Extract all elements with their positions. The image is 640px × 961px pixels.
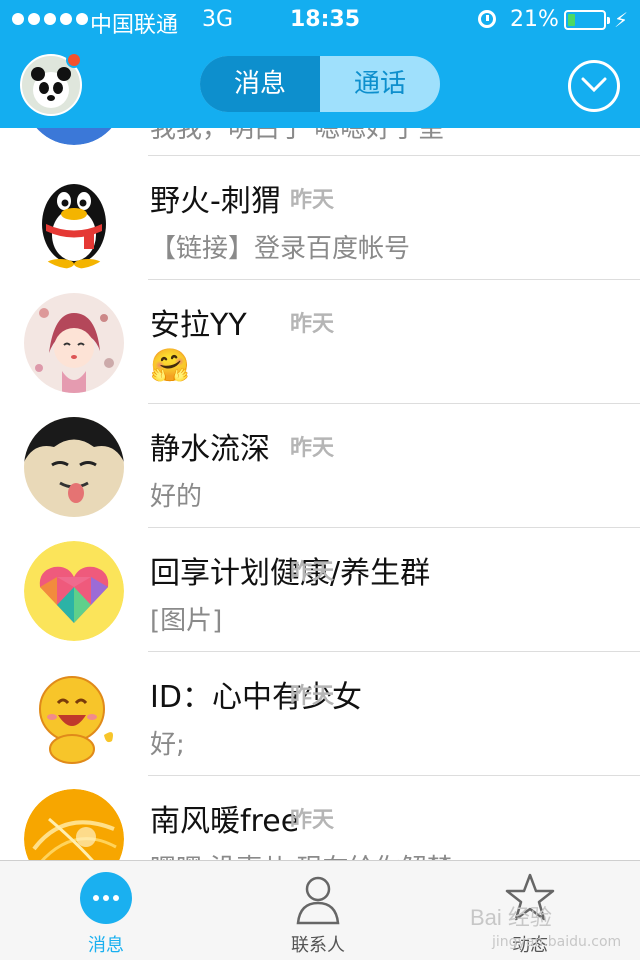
dropdown-button[interactable] (568, 60, 620, 112)
tab-bar-messages[interactable]: 消息 (36, 861, 176, 961)
chat-bubble-icon (78, 871, 134, 931)
conversation-row[interactable]: 静水流深 好的 昨天 (0, 404, 640, 528)
watermark-logo: Bai 经验 (470, 905, 552, 930)
tab-calls[interactable]: 通话 (320, 56, 440, 112)
timestamp: 昨天 (290, 436, 335, 461)
laughing-character-avatar (24, 665, 124, 765)
battery-icon (564, 10, 610, 30)
last-message: [图片] (150, 606, 223, 636)
contact-name: 静水流深 (150, 432, 270, 467)
heart-logo-avatar (24, 541, 124, 641)
timestamp: 昨天 (290, 808, 335, 833)
carrier-name: 中国联通 (90, 13, 179, 38)
notification-dot (66, 52, 82, 68)
battery-percent: 21% (510, 7, 559, 32)
contact-name: 野火-刺猬 (150, 184, 281, 219)
network-type: 3G (202, 7, 234, 32)
contact-name: 安拉YY (150, 308, 247, 343)
tab-label: 联系人 (291, 935, 345, 956)
conversation-row[interactable]: 回享计划健康/养生群 [图片] 昨天 (0, 528, 640, 652)
last-message: 好; (150, 730, 185, 760)
watermark-url: jingyan.baidu.com (492, 934, 622, 950)
person-icon (290, 871, 346, 931)
top-header: 中国联通 3G 18:35 21% ⚡ 消息 通话 (0, 0, 640, 128)
charging-icon: ⚡ (614, 8, 629, 32)
last-message: 【链接】登录百度帐号 (150, 234, 411, 264)
emoji-message: 🤗 (150, 346, 190, 384)
tab-label: 消息 (88, 935, 124, 956)
status-bar: 中国联通 3G 18:35 21% ⚡ (0, 0, 640, 40)
clock: 18:35 (290, 7, 361, 32)
conversation-list[interactable]: 我我，明白了 嗯嗯好了呈 野火-刺猬 【链接】登录百度帐号 昨天 安拉YY 🤗 … (0, 0, 640, 960)
anime-girl-avatar (24, 293, 124, 393)
alarm-icon (478, 10, 496, 28)
timestamp: 昨天 (290, 684, 335, 709)
tab-messages[interactable]: 消息 (200, 56, 320, 112)
conversation-row[interactable]: 安拉YY 🤗 昨天 (0, 280, 640, 404)
chevron-down-icon (581, 77, 607, 93)
timestamp: 昨天 (290, 560, 335, 585)
signal-strength-icon (12, 13, 88, 25)
penguin-avatar (24, 169, 124, 269)
contact-name: 南风暖free (150, 804, 300, 839)
last-message: 好的 (150, 482, 203, 512)
cartoon-face-avatar (24, 417, 124, 517)
timestamp: 昨天 (290, 312, 335, 337)
battery-fill (568, 14, 575, 26)
timestamp: 昨天 (290, 188, 335, 213)
conversation-row[interactable]: ID：心中有少女 好; 昨天 (0, 652, 640, 776)
conversation-row[interactable]: 野火-刺猬 【链接】登录百度帐号 昨天 (0, 156, 640, 280)
tab-bar-contacts[interactable]: 联系人 (248, 861, 388, 961)
segment-control[interactable]: 消息 通话 (200, 56, 440, 112)
